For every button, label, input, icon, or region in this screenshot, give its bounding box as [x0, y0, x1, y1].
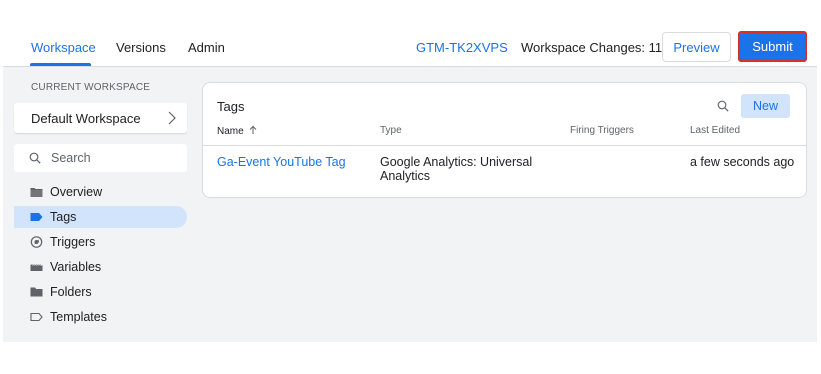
search-icon[interactable] — [717, 100, 729, 112]
preview-button[interactable]: Preview — [662, 32, 731, 62]
current-workspace-label: CURRENT WORKSPACE — [31, 82, 151, 93]
sidebar-item-label: Triggers — [50, 235, 96, 249]
sort-ascending-icon — [249, 125, 257, 134]
workspace-selector[interactable]: Default Workspace — [14, 103, 187, 133]
sidebar-item-tags[interactable]: Tags — [14, 206, 187, 228]
overview-icon — [30, 188, 43, 197]
sidebar-item-templates[interactable]: Templates — [14, 306, 187, 328]
search-icon — [29, 152, 41, 164]
sidebar-search-input[interactable]: Search — [14, 144, 187, 172]
template-icon — [30, 312, 43, 322]
tab-workspace[interactable]: Workspace — [31, 40, 96, 55]
column-header-type[interactable]: Type — [380, 125, 402, 136]
sidebar-item-label: Templates — [50, 310, 107, 324]
tags-card-title: Tags — [217, 99, 245, 114]
trigger-icon — [30, 236, 43, 248]
sidebar-item-label: Variables — [50, 260, 102, 274]
workspace-changes-count: Workspace Changes: 11 — [521, 40, 663, 55]
tag-last-edited: a few seconds ago — [690, 155, 795, 169]
sidebar-item-variables[interactable]: Variables — [14, 256, 187, 278]
tag-type: Google Analytics: Universal Analytics — [380, 155, 533, 183]
chevron-right-icon — [168, 111, 176, 125]
container-id-link[interactable]: GTM-TK2XVPS — [416, 40, 508, 55]
sidebar-item-triggers[interactable]: Triggers — [14, 231, 187, 253]
sidebar-item-folders[interactable]: Folders — [14, 281, 187, 303]
table-header-divider — [203, 145, 806, 146]
column-header-label: Name — [217, 126, 244, 137]
sidebar-item-label: Folders — [50, 285, 92, 299]
sidebar-item-label: Tags — [50, 210, 77, 224]
top-bar: Workspace Versions Admin GTM-TK2XVPS Wor… — [0, 0, 821, 66]
workspace-name: Default Workspace — [31, 111, 141, 126]
column-header-name[interactable]: Name — [217, 125, 258, 137]
tag-name-link[interactable]: Ga-Event YouTube Tag — [217, 155, 346, 169]
new-tag-button[interactable]: New — [741, 94, 790, 118]
sidebar-item-overview[interactable]: Overview — [14, 181, 187, 203]
tab-versions[interactable]: Versions — [116, 40, 166, 55]
variables-icon — [30, 264, 43, 271]
column-header-firing-triggers[interactable]: Firing Triggers — [570, 125, 634, 136]
column-header-last-edited[interactable]: Last Edited — [690, 125, 740, 136]
search-placeholder: Search — [51, 151, 91, 165]
tag-icon — [30, 213, 43, 221]
folder-icon — [30, 287, 43, 297]
submit-button[interactable]: Submit — [738, 31, 807, 62]
tab-admin[interactable]: Admin — [188, 40, 225, 55]
sidebar-item-label: Overview — [50, 185, 103, 199]
